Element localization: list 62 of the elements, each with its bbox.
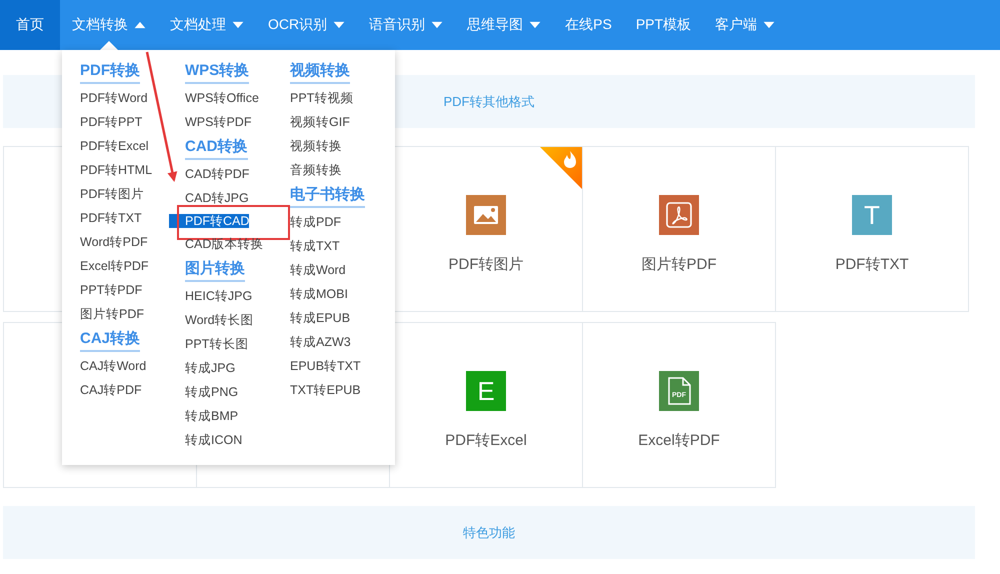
tool-label: PDF转TXT: [835, 255, 909, 274]
menu-item[interactable]: PDF转Excel: [62, 139, 149, 153]
menu-item[interactable]: 转成AZW3: [272, 335, 351, 349]
menu-item[interactable]: 转成EPUB: [272, 311, 350, 325]
menu-group-heading: 图片转换: [185, 258, 245, 282]
tool-label: Excel转PDF: [638, 431, 720, 450]
caret-icon: [333, 21, 346, 29]
menu-item[interactable]: CAJ转PDF: [62, 383, 142, 397]
menu-group-heading: PDF转换: [80, 60, 140, 84]
tool-tile[interactable]: E PDF转Excel: [389, 322, 583, 488]
menu-item[interactable]: Excel转PDF: [62, 259, 149, 273]
caret-icon: [232, 21, 244, 29]
menu-item[interactable]: PDF转CAD: [169, 214, 250, 228]
menu-item[interactable]: 转成ICON: [167, 433, 242, 447]
tool-label: PDF转图片: [448, 255, 524, 274]
menu-item[interactable]: Word转长图: [167, 313, 254, 327]
caret-icon: [763, 21, 776, 29]
menu-item[interactable]: 视频转换: [272, 139, 342, 153]
menu-item[interactable]: WPS转PDF: [167, 115, 252, 129]
menu-item[interactable]: EPUB转TXT: [272, 359, 361, 373]
menu-group-heading: 视频转换: [290, 60, 350, 84]
menu-item[interactable]: 音频转换: [272, 163, 342, 177]
menu-item[interactable]: 转成PNG: [167, 385, 238, 399]
menu-item[interactable]: 视频转GIF: [272, 115, 350, 129]
menu-item[interactable]: 转成TXT: [272, 239, 340, 253]
menu-item[interactable]: 图片转PDF: [62, 307, 144, 321]
menu-item[interactable]: PPT转长图: [167, 337, 248, 351]
nav-tab[interactable]: 首页: [0, 0, 60, 50]
section-header: 特色功能: [3, 506, 975, 559]
menu-item[interactable]: WPS转Office: [167, 91, 259, 105]
tool-tile[interactable]: T PDF转TXT: [775, 146, 969, 312]
menu-item[interactable]: TXT转EPUB: [272, 383, 361, 397]
menu-item[interactable]: CAD转JPG: [167, 191, 249, 205]
menu-item[interactable]: 转成JPG: [167, 361, 236, 375]
menu-item[interactable]: 转成MOBI: [272, 287, 348, 301]
menu-item[interactable]: CAD版本转换: [167, 237, 264, 251]
menu-group-heading: CAD转换: [185, 136, 248, 160]
menu-group-heading: CAJ转换: [80, 328, 140, 352]
menu-item[interactable]: PDF转Word: [62, 91, 148, 105]
menu-item[interactable]: PDF转TXT: [62, 211, 142, 225]
menu-item[interactable]: 转成BMP: [167, 409, 238, 423]
caret-icon: [431, 21, 444, 29]
letter-icon: E: [466, 371, 506, 411]
menu-item[interactable]: PDF转HTML: [62, 163, 152, 177]
menu-item[interactable]: PPT转视频: [272, 91, 354, 105]
menu-item[interactable]: HEIC转JPG: [167, 289, 252, 303]
menu-item[interactable]: PDF转PPT: [62, 115, 142, 129]
tool-label: PDF转Excel: [445, 431, 527, 450]
letter-icon: T: [852, 195, 892, 235]
menu-item[interactable]: CAD转PDF: [167, 167, 250, 181]
menu-item[interactable]: 转成Word: [272, 263, 346, 277]
menu-group-heading: 电子书转换: [290, 184, 365, 208]
tool-label: 图片转PDF: [642, 255, 716, 274]
menu-item[interactable]: CAJ转Word: [62, 359, 146, 373]
caret-icon: [529, 21, 542, 29]
caret-icon: [134, 21, 146, 29]
tool-tile[interactable]: 图片转PDF: [582, 146, 776, 312]
menu-group-heading: WPS转换: [185, 60, 250, 84]
menu-item[interactable]: PPT转PDF: [62, 283, 142, 297]
menu-item[interactable]: Word转PDF: [62, 235, 148, 249]
menu-item[interactable]: PDF转图片: [62, 187, 144, 201]
menu-item[interactable]: 转成PDF: [272, 215, 341, 229]
